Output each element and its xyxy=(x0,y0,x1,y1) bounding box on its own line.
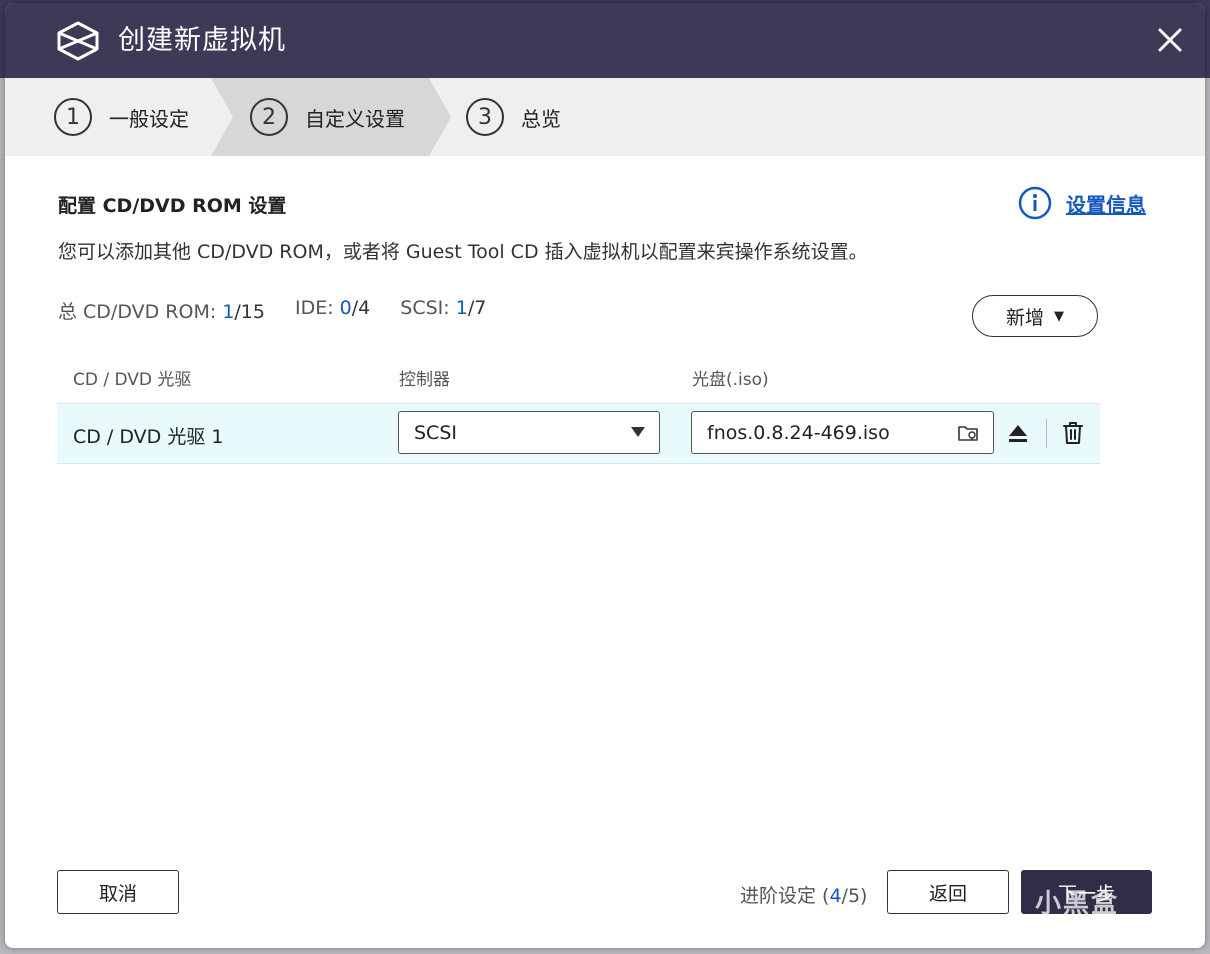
create-vm-dialog: 创建新虚拟机 1 一般设定 2 自定义设置 3 总览 配置 CD/DVD ROM… xyxy=(5,3,1205,948)
iso-file-field[interactable]: fnos.0.8.24-469.iso xyxy=(691,411,994,454)
settings-info-label[interactable]: 设置信息 xyxy=(1066,189,1146,218)
advanced-current: 4 xyxy=(829,885,842,907)
scsi-max: /7 xyxy=(467,297,487,319)
total-label: 总 CD/DVD ROM: xyxy=(58,301,217,323)
column-header-iso: 光盘(.iso) xyxy=(692,370,769,390)
advanced-prefix: 进阶设定 ( xyxy=(740,885,830,907)
column-header-drive: CD / DVD 光驱 xyxy=(73,370,192,390)
add-button-label: 新增 xyxy=(1005,306,1044,329)
ide-used: 0 xyxy=(339,297,352,319)
advanced-step-indicator: 进阶设定 (4/5) xyxy=(740,881,867,908)
add-rom-button[interactable]: 新增 ▼ xyxy=(972,295,1098,337)
triangle-down-icon xyxy=(631,427,645,437)
ide-count: IDE: 0/4 xyxy=(295,297,370,324)
step-custom: 2 自定义设置 xyxy=(250,78,405,156)
controller-value: SCSI xyxy=(414,422,457,444)
trash-icon[interactable] xyxy=(1061,420,1085,446)
dialog-title: 创建新虚拟机 xyxy=(118,25,286,56)
step-number: 2 xyxy=(250,98,288,136)
scsi-count: SCSI: 1/7 xyxy=(400,297,486,324)
wizard-stepper: 1 一般设定 2 自定义设置 3 总览 xyxy=(5,78,1205,156)
ide-max: /4 xyxy=(351,297,371,319)
section-description: 您可以添加其他 CD/DVD ROM，或者将 Guest Tool CD 插入虚… xyxy=(58,241,868,263)
watermark: 小黑盒 xyxy=(1035,889,1120,919)
advanced-suffix: /5) xyxy=(841,885,868,907)
rom-counts: 总 CD/DVD ROM: 1/15 IDE: 0/4 SCSI: 1/7 xyxy=(58,297,516,324)
column-header-controller: 控制器 xyxy=(399,370,450,390)
triangle-down-icon: ▼ xyxy=(1054,308,1064,324)
iso-value: fnos.0.8.24-469.iso xyxy=(707,422,890,444)
section-title: 配置 CD/DVD ROM 设置 xyxy=(58,195,287,217)
scsi-used: 1 xyxy=(455,297,468,319)
total-used: 1 xyxy=(222,301,235,323)
scsi-label: SCSI: xyxy=(400,297,450,319)
step-label: 自定义设置 xyxy=(305,106,405,131)
step-summary: 3 总览 xyxy=(466,78,561,156)
folder-icon[interactable] xyxy=(957,423,979,443)
step-label: 一般设定 xyxy=(109,106,189,131)
total-max: /15 xyxy=(234,301,265,323)
settings-info-link[interactable]: 设置信息 xyxy=(1018,186,1146,220)
vm-cube-logo-icon xyxy=(57,21,99,61)
total-rom-count: 总 CD/DVD ROM: 1/15 xyxy=(58,297,265,324)
eject-icon[interactable] xyxy=(1007,421,1029,445)
step-general: 1 一般设定 xyxy=(54,78,189,156)
back-button[interactable]: 返回 xyxy=(887,870,1009,914)
step-number: 1 xyxy=(54,98,92,136)
controller-select[interactable]: SCSI xyxy=(398,411,660,454)
action-divider xyxy=(1046,419,1047,448)
ide-label: IDE: xyxy=(294,297,334,319)
dialog-titlebar: 创建新虚拟机 xyxy=(5,3,1205,78)
drive-name: CD / DVD 光驱 1 xyxy=(73,426,224,448)
table-row: CD / DVD 光驱 1 SCSI fnos.0.8.24-469.iso xyxy=(57,403,1100,464)
close-icon[interactable] xyxy=(1153,23,1187,57)
step-number: 3 xyxy=(466,98,504,136)
info-circle-icon xyxy=(1018,186,1052,220)
step-label: 总览 xyxy=(521,106,561,131)
cancel-button[interactable]: 取消 xyxy=(57,870,179,914)
